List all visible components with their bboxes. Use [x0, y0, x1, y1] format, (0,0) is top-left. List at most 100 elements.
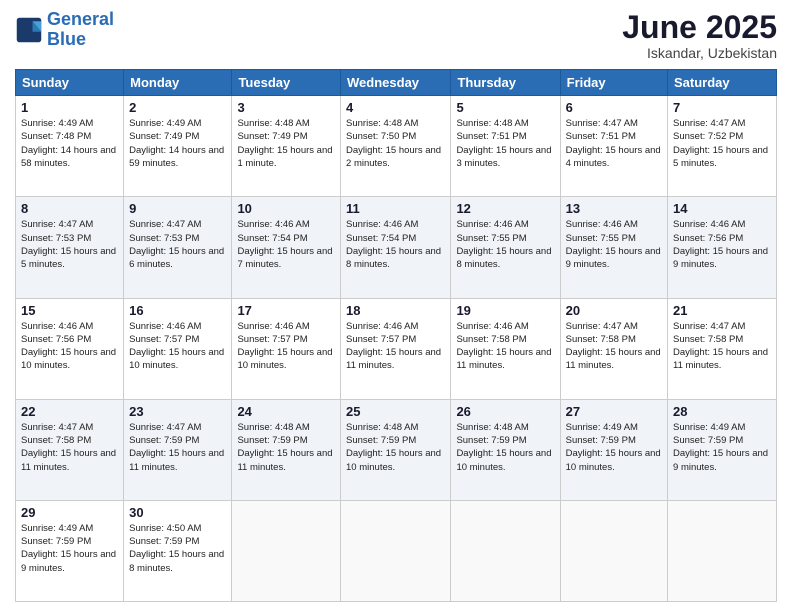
day-cell: 9 Sunrise: 4:47 AM Sunset: 7:53 PM Dayli…: [124, 197, 232, 298]
logo: General Blue: [15, 10, 114, 50]
day-cell: 29 Sunrise: 4:49 AM Sunset: 7:59 PM Dayl…: [16, 500, 124, 601]
day-cell: [560, 500, 667, 601]
day-info: Sunrise: 4:47 AM Sunset: 7:53 PM Dayligh…: [21, 218, 118, 271]
day-number: 3: [237, 100, 335, 115]
day-number: 27: [566, 404, 662, 419]
day-number: 22: [21, 404, 118, 419]
day-number: 10: [237, 201, 335, 216]
day-cell: 10 Sunrise: 4:46 AM Sunset: 7:54 PM Dayl…: [232, 197, 341, 298]
logo-general: General: [47, 9, 114, 29]
day-cell: 22 Sunrise: 4:47 AM Sunset: 7:58 PM Dayl…: [16, 399, 124, 500]
day-info: Sunrise: 4:47 AM Sunset: 7:52 PM Dayligh…: [673, 117, 771, 170]
day-number: 28: [673, 404, 771, 419]
calendar-table: SundayMondayTuesdayWednesdayThursdayFrid…: [15, 69, 777, 602]
page: General Blue June 2025 Iskandar, Uzbekis…: [0, 0, 792, 612]
day-cell: 12 Sunrise: 4:46 AM Sunset: 7:55 PM Dayl…: [451, 197, 560, 298]
calendar-header-row: SundayMondayTuesdayWednesdayThursdayFrid…: [16, 70, 777, 96]
day-number: 1: [21, 100, 118, 115]
day-cell: [341, 500, 451, 601]
day-info: Sunrise: 4:46 AM Sunset: 7:58 PM Dayligh…: [456, 320, 554, 373]
day-number: 8: [21, 201, 118, 216]
day-number: 26: [456, 404, 554, 419]
day-cell: 24 Sunrise: 4:48 AM Sunset: 7:59 PM Dayl…: [232, 399, 341, 500]
day-number: 6: [566, 100, 662, 115]
col-header-monday: Monday: [124, 70, 232, 96]
week-row-4: 22 Sunrise: 4:47 AM Sunset: 7:58 PM Dayl…: [16, 399, 777, 500]
day-cell: 17 Sunrise: 4:46 AM Sunset: 7:57 PM Dayl…: [232, 298, 341, 399]
day-info: Sunrise: 4:46 AM Sunset: 7:55 PM Dayligh…: [456, 218, 554, 271]
day-cell: 1 Sunrise: 4:49 AM Sunset: 7:48 PM Dayli…: [16, 96, 124, 197]
title-block: June 2025 Iskandar, Uzbekistan: [622, 10, 777, 61]
day-info: Sunrise: 4:48 AM Sunset: 7:59 PM Dayligh…: [237, 421, 335, 474]
day-info: Sunrise: 4:48 AM Sunset: 7:50 PM Dayligh…: [346, 117, 445, 170]
day-number: 20: [566, 303, 662, 318]
day-cell: 19 Sunrise: 4:46 AM Sunset: 7:58 PM Dayl…: [451, 298, 560, 399]
day-cell: [451, 500, 560, 601]
day-cell: 5 Sunrise: 4:48 AM Sunset: 7:51 PM Dayli…: [451, 96, 560, 197]
col-header-friday: Friday: [560, 70, 667, 96]
day-info: Sunrise: 4:47 AM Sunset: 7:58 PM Dayligh…: [566, 320, 662, 373]
day-info: Sunrise: 4:49 AM Sunset: 7:49 PM Dayligh…: [129, 117, 226, 170]
day-number: 2: [129, 100, 226, 115]
day-cell: 23 Sunrise: 4:47 AM Sunset: 7:59 PM Dayl…: [124, 399, 232, 500]
day-info: Sunrise: 4:46 AM Sunset: 7:57 PM Dayligh…: [346, 320, 445, 373]
day-cell: 16 Sunrise: 4:46 AM Sunset: 7:57 PM Dayl…: [124, 298, 232, 399]
day-cell: [668, 500, 777, 601]
day-cell: 27 Sunrise: 4:49 AM Sunset: 7:59 PM Dayl…: [560, 399, 667, 500]
day-cell: 13 Sunrise: 4:46 AM Sunset: 7:55 PM Dayl…: [560, 197, 667, 298]
day-info: Sunrise: 4:48 AM Sunset: 7:59 PM Dayligh…: [346, 421, 445, 474]
day-number: 11: [346, 201, 445, 216]
day-cell: 4 Sunrise: 4:48 AM Sunset: 7:50 PM Dayli…: [341, 96, 451, 197]
main-title: June 2025: [622, 10, 777, 45]
day-cell: 3 Sunrise: 4:48 AM Sunset: 7:49 PM Dayli…: [232, 96, 341, 197]
day-number: 19: [456, 303, 554, 318]
col-header-tuesday: Tuesday: [232, 70, 341, 96]
week-row-3: 15 Sunrise: 4:46 AM Sunset: 7:56 PM Dayl…: [16, 298, 777, 399]
day-info: Sunrise: 4:49 AM Sunset: 7:59 PM Dayligh…: [673, 421, 771, 474]
day-info: Sunrise: 4:48 AM Sunset: 7:59 PM Dayligh…: [456, 421, 554, 474]
day-cell: 30 Sunrise: 4:50 AM Sunset: 7:59 PM Dayl…: [124, 500, 232, 601]
day-cell: 26 Sunrise: 4:48 AM Sunset: 7:59 PM Dayl…: [451, 399, 560, 500]
day-info: Sunrise: 4:46 AM Sunset: 7:55 PM Dayligh…: [566, 218, 662, 271]
day-info: Sunrise: 4:47 AM Sunset: 7:51 PM Dayligh…: [566, 117, 662, 170]
day-cell: 14 Sunrise: 4:46 AM Sunset: 7:56 PM Dayl…: [668, 197, 777, 298]
day-info: Sunrise: 4:46 AM Sunset: 7:57 PM Dayligh…: [237, 320, 335, 373]
day-info: Sunrise: 4:49 AM Sunset: 7:48 PM Dayligh…: [21, 117, 118, 170]
day-cell: 20 Sunrise: 4:47 AM Sunset: 7:58 PM Dayl…: [560, 298, 667, 399]
day-number: 18: [346, 303, 445, 318]
week-row-1: 1 Sunrise: 4:49 AM Sunset: 7:48 PM Dayli…: [16, 96, 777, 197]
day-number: 15: [21, 303, 118, 318]
week-row-2: 8 Sunrise: 4:47 AM Sunset: 7:53 PM Dayli…: [16, 197, 777, 298]
day-cell: 11 Sunrise: 4:46 AM Sunset: 7:54 PM Dayl…: [341, 197, 451, 298]
day-info: Sunrise: 4:49 AM Sunset: 7:59 PM Dayligh…: [21, 522, 118, 575]
day-info: Sunrise: 4:49 AM Sunset: 7:59 PM Dayligh…: [566, 421, 662, 474]
day-number: 30: [129, 505, 226, 520]
day-number: 24: [237, 404, 335, 419]
logo-text: General Blue: [47, 10, 114, 50]
day-info: Sunrise: 4:46 AM Sunset: 7:56 PM Dayligh…: [21, 320, 118, 373]
day-number: 16: [129, 303, 226, 318]
day-cell: 6 Sunrise: 4:47 AM Sunset: 7:51 PM Dayli…: [560, 96, 667, 197]
day-cell: 7 Sunrise: 4:47 AM Sunset: 7:52 PM Dayli…: [668, 96, 777, 197]
day-info: Sunrise: 4:46 AM Sunset: 7:57 PM Dayligh…: [129, 320, 226, 373]
day-cell: 15 Sunrise: 4:46 AM Sunset: 7:56 PM Dayl…: [16, 298, 124, 399]
day-info: Sunrise: 4:47 AM Sunset: 7:58 PM Dayligh…: [673, 320, 771, 373]
day-info: Sunrise: 4:47 AM Sunset: 7:59 PM Dayligh…: [129, 421, 226, 474]
day-number: 17: [237, 303, 335, 318]
day-number: 12: [456, 201, 554, 216]
day-number: 13: [566, 201, 662, 216]
day-number: 23: [129, 404, 226, 419]
day-cell: 28 Sunrise: 4:49 AM Sunset: 7:59 PM Dayl…: [668, 399, 777, 500]
day-info: Sunrise: 4:48 AM Sunset: 7:49 PM Dayligh…: [237, 117, 335, 170]
day-number: 29: [21, 505, 118, 520]
day-cell: 25 Sunrise: 4:48 AM Sunset: 7:59 PM Dayl…: [341, 399, 451, 500]
header: General Blue June 2025 Iskandar, Uzbekis…: [15, 10, 777, 61]
day-info: Sunrise: 4:46 AM Sunset: 7:56 PM Dayligh…: [673, 218, 771, 271]
day-number: 4: [346, 100, 445, 115]
day-info: Sunrise: 4:50 AM Sunset: 7:59 PM Dayligh…: [129, 522, 226, 575]
day-number: 14: [673, 201, 771, 216]
day-cell: 8 Sunrise: 4:47 AM Sunset: 7:53 PM Dayli…: [16, 197, 124, 298]
day-number: 9: [129, 201, 226, 216]
day-number: 25: [346, 404, 445, 419]
subtitle: Iskandar, Uzbekistan: [622, 45, 777, 61]
